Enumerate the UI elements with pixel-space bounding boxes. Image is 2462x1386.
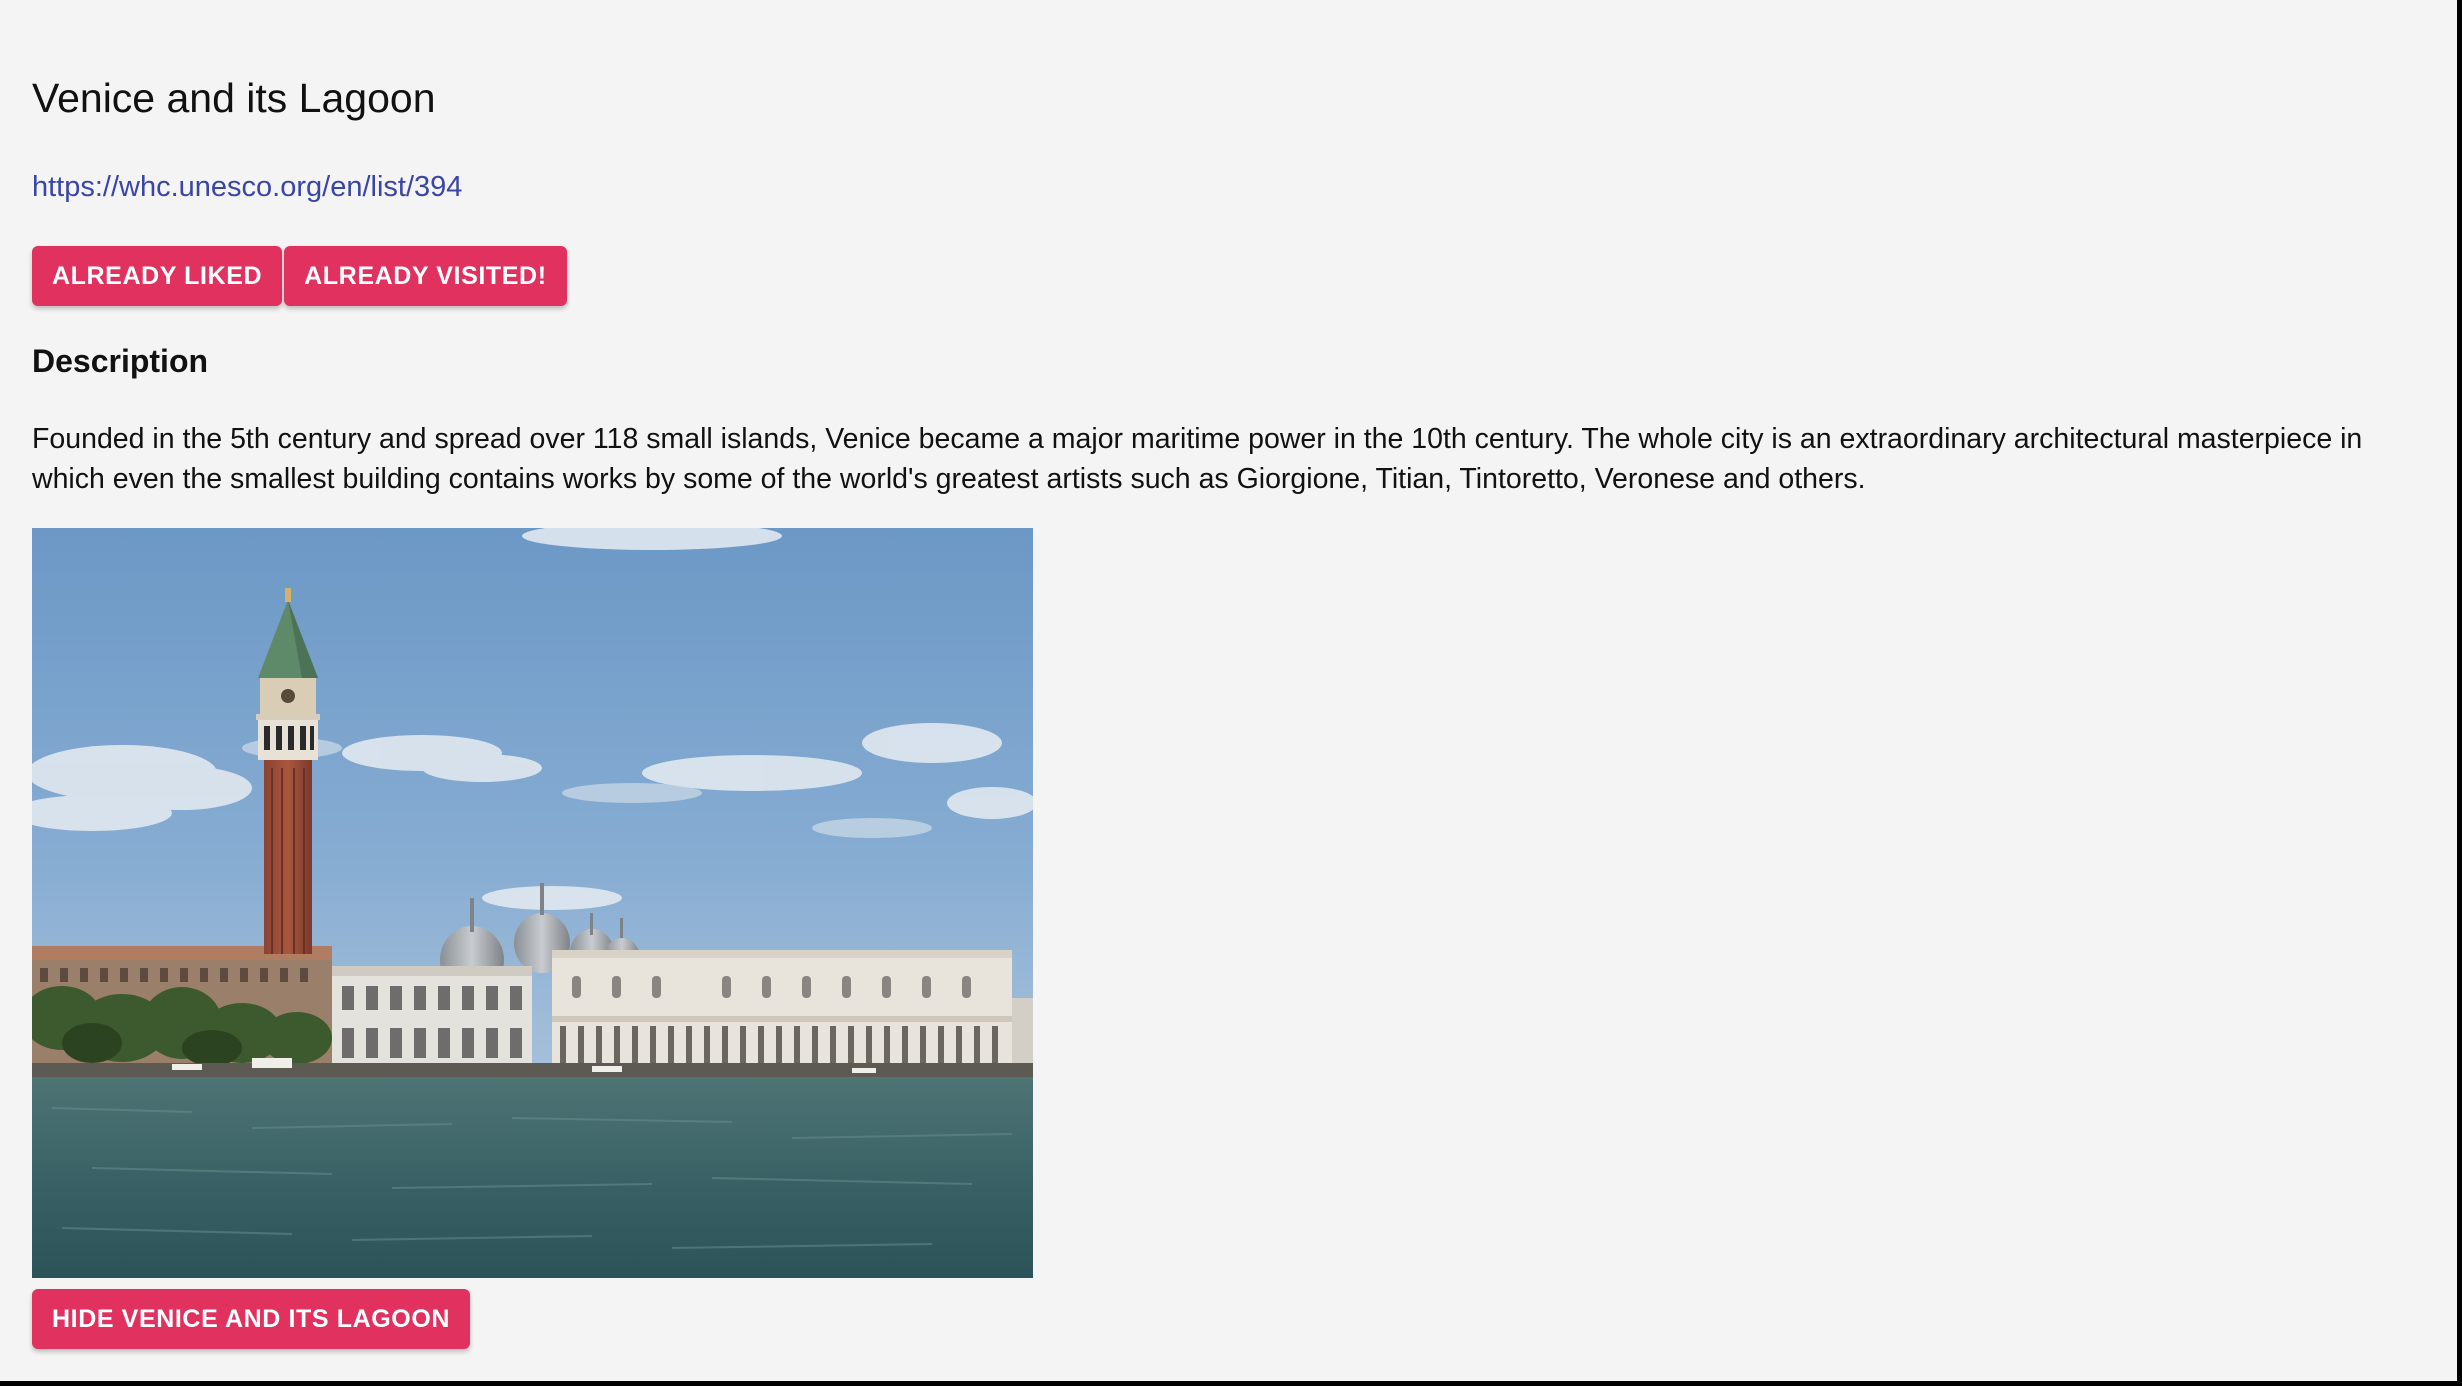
already-visited-button[interactable]: ALREADY VISITED! [284,246,567,306]
page: Venice and its Lagoon https://whc.unesco… [0,0,2457,1381]
hide-row: HIDE VENICE AND ITS LAGOON [32,1289,471,1349]
site-url-link[interactable]: https://whc.unesco.org/en/list/394 [32,170,462,205]
action-buttons: ALREADY LIKED ALREADY VISITED! [32,246,567,306]
already-liked-button[interactable]: ALREADY LIKED [32,246,283,306]
hide-site-button[interactable]: HIDE VENICE AND ITS LAGOON [32,1289,471,1349]
description-heading: Description [32,343,209,379]
site-photo [32,528,1033,1278]
page-title: Venice and its Lagoon [32,75,436,121]
description-text: Founded in the 5th century and spread ov… [32,423,2363,495]
